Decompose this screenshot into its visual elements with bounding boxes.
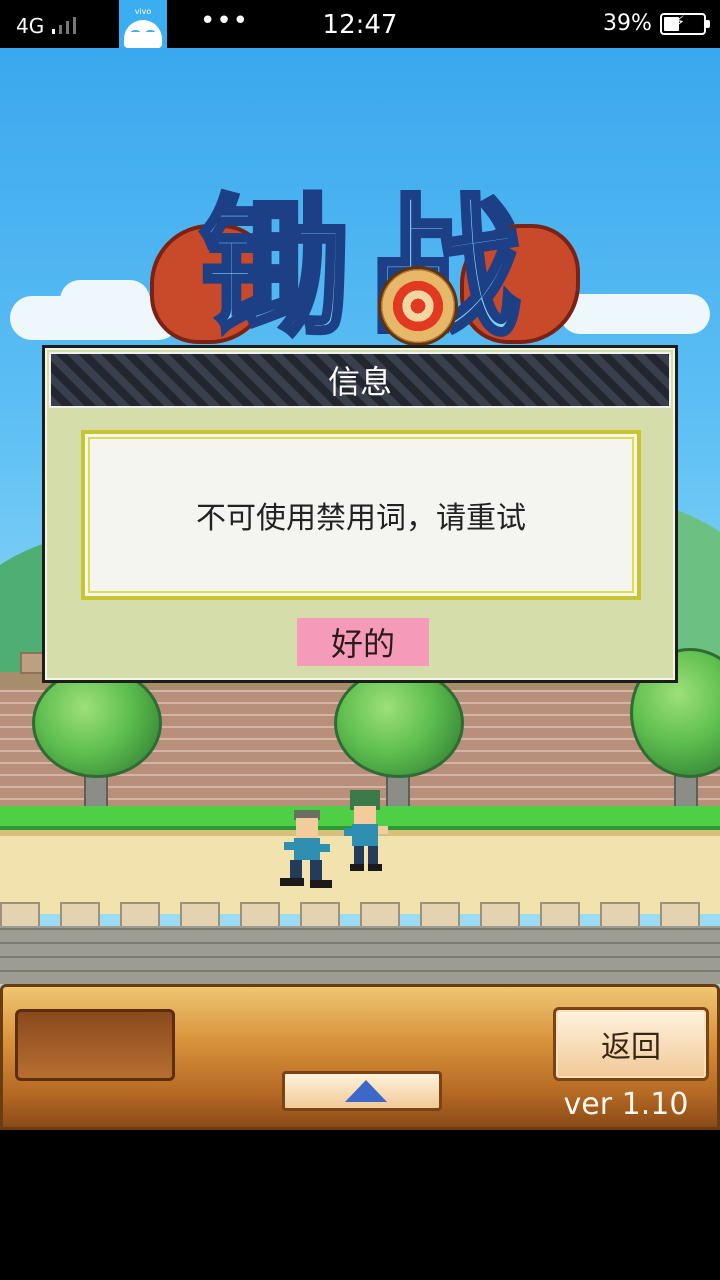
front-crenel bbox=[360, 902, 400, 928]
dialog-message-box: 不可使用禁用词，请重试 bbox=[81, 430, 641, 600]
cloud bbox=[560, 294, 710, 334]
tree-crown bbox=[32, 668, 162, 778]
dialog-header: 信息 bbox=[49, 352, 671, 408]
farmer-character-1 bbox=[280, 810, 332, 888]
target-icon bbox=[378, 266, 458, 346]
dialog-message: 不可使用禁用词，请重试 bbox=[196, 501, 526, 536]
farmer-character-2 bbox=[344, 790, 388, 871]
cloud bbox=[60, 280, 150, 320]
tree bbox=[32, 668, 162, 818]
up-arrow-icon bbox=[345, 1080, 387, 1102]
front-crenel bbox=[660, 902, 700, 928]
battery-icon: ⚡ bbox=[660, 12, 710, 35]
front-wall bbox=[0, 926, 720, 984]
front-crenel bbox=[420, 902, 460, 928]
ok-button[interactable]: 好的 bbox=[297, 618, 429, 666]
info-dialog: 信息 不可使用禁用词，请重试 好的 bbox=[42, 345, 678, 683]
battery-tip bbox=[706, 20, 710, 28]
version-label: ver 1.10 bbox=[563, 1087, 689, 1122]
front-crenel bbox=[0, 902, 40, 928]
front-crenel bbox=[120, 902, 160, 928]
battery-percent: 39% bbox=[603, 11, 652, 36]
charging-icon: ⚡ bbox=[674, 12, 686, 31]
bottom-black-area bbox=[0, 1130, 720, 1280]
dialog-title: 信息 bbox=[327, 363, 392, 401]
front-crenel bbox=[480, 902, 520, 928]
front-crenel bbox=[60, 902, 100, 928]
front-crenel bbox=[600, 902, 640, 928]
front-crenel bbox=[240, 902, 280, 928]
tree-crown bbox=[334, 668, 464, 778]
expand-up-button[interactable] bbox=[282, 1071, 442, 1111]
return-button[interactable]: 返回 bbox=[553, 1007, 709, 1081]
bottom-panel: 返回 ver 1.10 bbox=[0, 984, 720, 1130]
front-crenel bbox=[300, 902, 340, 928]
front-crenel bbox=[180, 902, 220, 928]
status-bar: 4G vivo ••• 12:47 39% ⚡ bbox=[0, 0, 720, 48]
logo-title: 锄战 bbox=[197, 182, 541, 356]
front-crenel bbox=[540, 902, 580, 928]
empty-slot bbox=[15, 1009, 175, 1081]
